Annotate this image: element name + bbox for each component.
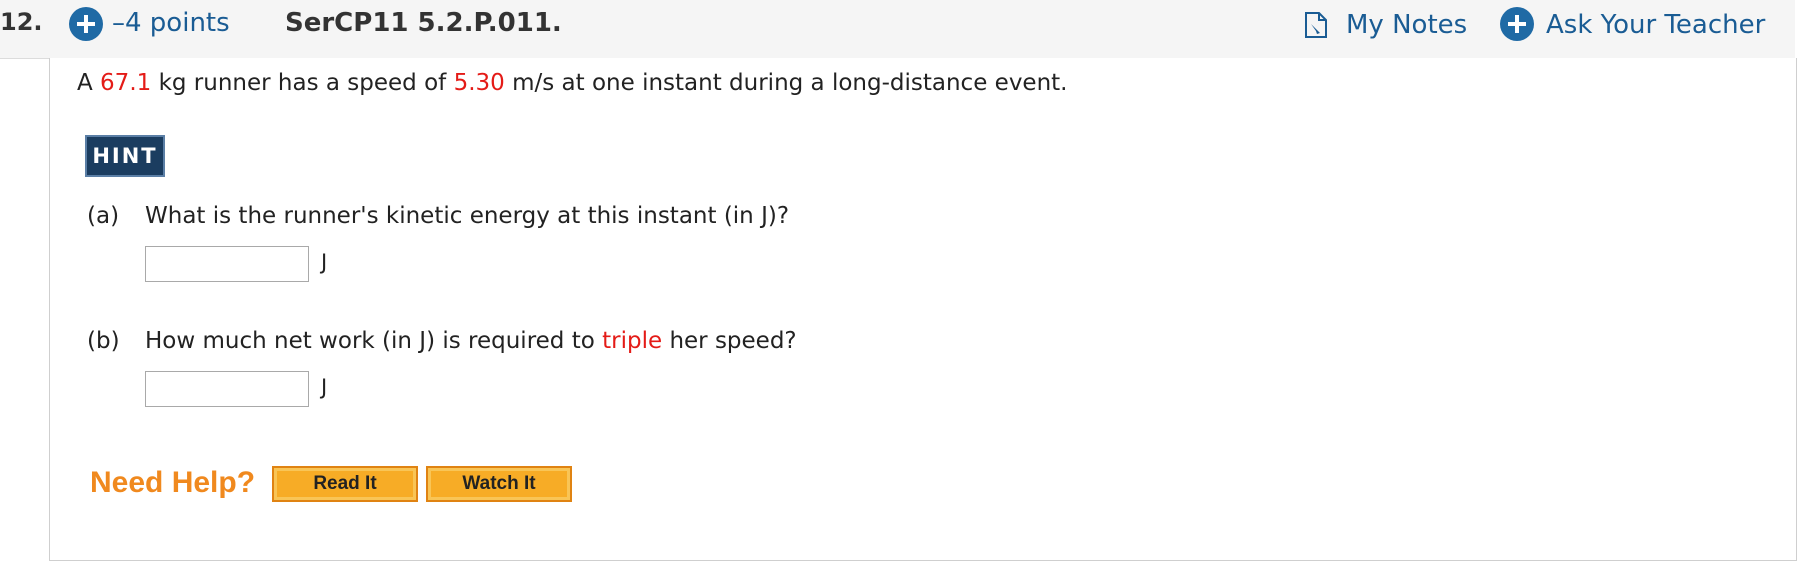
read-it-button[interactable]: Read It: [272, 466, 418, 502]
part-a-unit: J: [321, 250, 328, 274]
part-b-label: (b): [87, 328, 120, 354]
part-b-question-start: How much net work (in J) is required to: [145, 328, 603, 354]
mass-value: 67.1: [100, 70, 152, 96]
note-icon: [1304, 12, 1328, 38]
question-number: 12.: [0, 8, 43, 36]
part-a-answer-input[interactable]: [145, 246, 309, 282]
need-help-label: Need Help?: [90, 466, 256, 499]
triple-highlight: triple: [602, 328, 663, 354]
ask-teacher-link[interactable]: Ask Your Teacher: [1546, 6, 1765, 44]
part-b-unit: J: [321, 375, 328, 399]
my-notes-label: My Notes: [1346, 10, 1468, 40]
part-a-question: What is the runner's kinetic energy at t…: [145, 203, 790, 229]
plus-circle-icon[interactable]: [69, 7, 103, 41]
plus-circle-icon[interactable]: [1500, 7, 1534, 41]
watch-it-button[interactable]: Watch It: [426, 466, 572, 502]
question-card: A 67.1 kg runner has a speed of 5.30 m/s…: [49, 58, 1797, 561]
question-id: SerCP11 5.2.P.011.: [285, 8, 562, 38]
part-b-question-end: her speed?: [662, 328, 797, 354]
problem-mid: kg runner has a speed of: [151, 70, 454, 96]
problem-suffix: m/s at one instant during a long-distanc…: [504, 70, 1068, 96]
part-b-answer-input[interactable]: [145, 371, 309, 407]
part-b-question: How much net work (in J) is required to …: [145, 328, 797, 354]
part-a-label: (a): [87, 203, 120, 229]
question-header: 12. –4 points SerCP11 5.2.P.011. My Note…: [0, 0, 1795, 59]
problem-statement: A 67.1 kg runner has a speed of 5.30 m/s…: [77, 70, 1067, 96]
problem-prefix: A: [77, 70, 101, 96]
hint-button[interactable]: HINT: [85, 135, 165, 177]
points-label: –4 points: [112, 8, 230, 38]
speed-value: 5.30: [453, 70, 505, 96]
my-notes-link[interactable]: My Notes: [1304, 6, 1467, 44]
